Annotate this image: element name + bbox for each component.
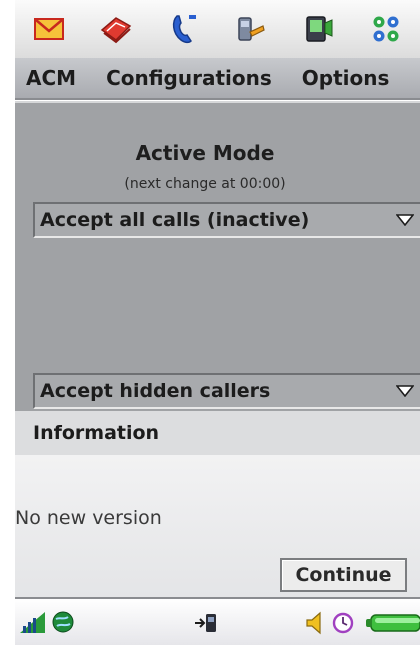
phone-icon[interactable] <box>166 11 202 47</box>
info-header: Information <box>15 411 420 455</box>
page-title: Active Mode <box>135 141 275 165</box>
menu-options[interactable]: Options <box>294 66 398 90</box>
phone-screen: ACM Configurations Options Active Mode (… <box>0 0 420 645</box>
continue-button[interactable]: Continue <box>280 558 407 592</box>
menu-configurations[interactable]: Configurations <box>98 66 294 90</box>
menu-acm[interactable]: ACM <box>15 66 98 90</box>
connection-icon <box>193 611 219 635</box>
info-body: No new version Continue <box>15 455 420 597</box>
main-panel: Active Mode (next change at 00:00) Accep… <box>15 101 420 411</box>
menu-bar: ACM Configurations Options <box>15 58 420 100</box>
volume-icon <box>303 610 325 636</box>
call-mode-select[interactable]: Accept all calls (inactive) <box>33 202 420 238</box>
tools-icon[interactable] <box>233 11 269 47</box>
app-launcher-bar <box>15 0 420 58</box>
info-title: Information <box>33 422 160 444</box>
dropdown-arrow-icon <box>390 385 420 397</box>
next-change-text: (next change at 00:00) <box>124 176 286 192</box>
hidden-callers-value: Accept hidden callers <box>40 380 271 402</box>
apps-icon[interactable] <box>368 11 404 47</box>
status-bar <box>15 597 420 645</box>
info-message: No new version <box>15 507 162 529</box>
battery-icon <box>365 612 420 634</box>
signal-icon <box>19 609 49 635</box>
clock-icon <box>331 610 355 636</box>
messaging-icon[interactable] <box>31 11 67 47</box>
network-icon <box>51 609 75 635</box>
call-mode-value: Accept all calls (inactive) <box>40 209 310 231</box>
dropdown-arrow-icon <box>390 214 420 226</box>
media-icon[interactable] <box>301 11 337 47</box>
hidden-callers-select[interactable]: Accept hidden callers <box>33 373 420 409</box>
contacts-icon[interactable] <box>98 11 134 47</box>
